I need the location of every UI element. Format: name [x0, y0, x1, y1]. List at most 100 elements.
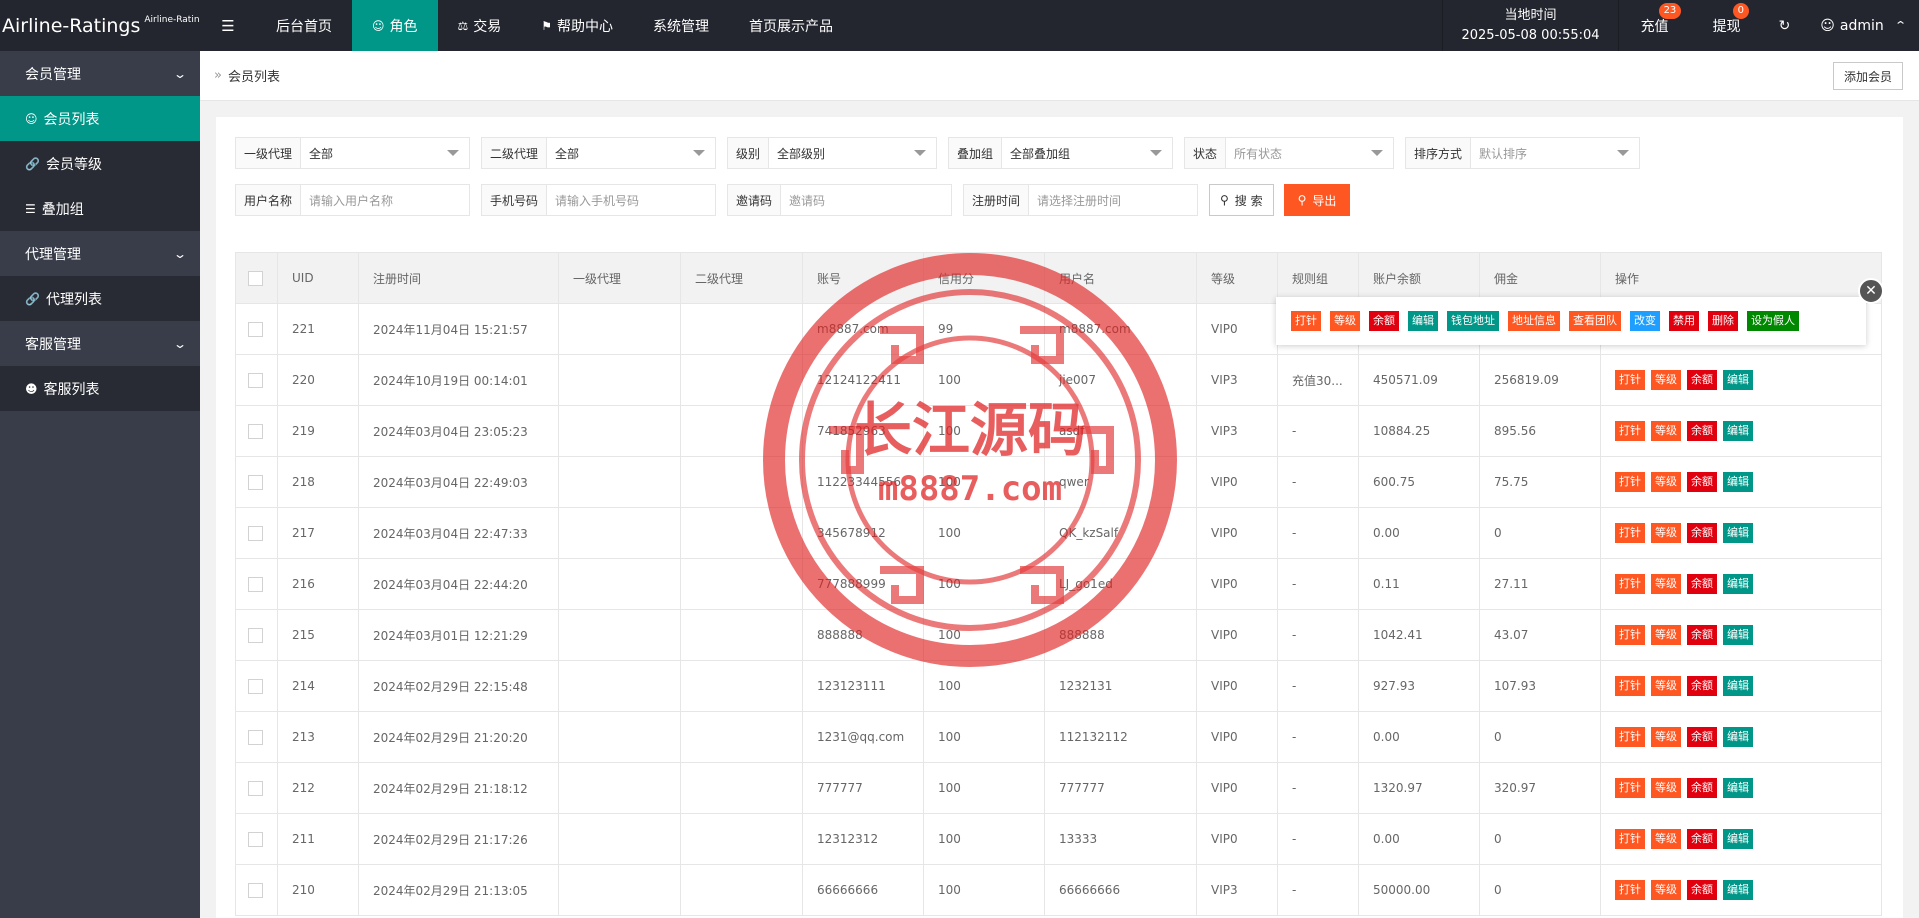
action-button[interactable]: 编辑	[1723, 574, 1753, 594]
popup-action-button[interactable]: 禁用	[1669, 311, 1699, 331]
nav-products[interactable]: 首页展示产品	[729, 0, 853, 51]
row-checkbox[interactable]	[248, 627, 263, 643]
popup-action-button[interactable]: 编辑	[1408, 311, 1438, 331]
row-checkbox[interactable]	[248, 474, 263, 490]
action-button[interactable]: 余额	[1687, 778, 1717, 798]
export-button[interactable]: ⚲ 导出	[1283, 184, 1351, 216]
sidebar-item-member-list[interactable]: ☺ 会员列表	[0, 96, 200, 141]
action-button[interactable]: 编辑	[1723, 523, 1753, 543]
sort-select[interactable]: 排序方式 默认排序	[1405, 137, 1640, 169]
col-balance[interactable]: 账户余额	[1358, 252, 1480, 304]
popup-action-button[interactable]: 钱包地址	[1447, 311, 1499, 331]
action-button[interactable]: 编辑	[1723, 472, 1753, 492]
action-button[interactable]: 编辑	[1723, 625, 1753, 645]
action-button[interactable]: 打针	[1615, 574, 1645, 594]
nav-role[interactable]: ☺ 角色	[352, 0, 438, 51]
col-commission[interactable]: 佣金	[1479, 252, 1601, 304]
action-button[interactable]: 余额	[1687, 574, 1717, 594]
sidebar-group-service[interactable]: 客服管理 ⌄	[0, 321, 200, 366]
row-checkbox[interactable]	[248, 780, 263, 796]
nav-system[interactable]: 系统管理	[633, 0, 729, 51]
col-username[interactable]: 用户名	[1044, 252, 1197, 304]
sidebar-item-service-list[interactable]: ☻ 客服列表	[0, 366, 200, 411]
action-button[interactable]: 余额	[1687, 472, 1717, 492]
action-button[interactable]: 余额	[1687, 370, 1717, 390]
row-checkbox[interactable]	[248, 372, 263, 388]
action-button[interactable]: 余额	[1687, 676, 1717, 696]
action-button[interactable]: 等级	[1651, 523, 1681, 543]
col-account[interactable]: 账号	[802, 252, 924, 304]
action-button[interactable]: 等级	[1651, 574, 1681, 594]
action-button[interactable]: 等级	[1651, 370, 1681, 390]
action-button[interactable]: 余额	[1687, 523, 1717, 543]
popup-action-button[interactable]: 删除	[1708, 311, 1738, 331]
row-checkbox[interactable]	[248, 882, 263, 898]
action-button[interactable]: 等级	[1651, 829, 1681, 849]
row-checkbox[interactable]	[248, 831, 263, 847]
close-icon[interactable]: ✕	[1858, 278, 1884, 304]
search-button[interactable]: ⚲ 搜 索	[1209, 184, 1274, 216]
action-button[interactable]: 等级	[1651, 880, 1681, 900]
action-button[interactable]: 打针	[1615, 370, 1645, 390]
action-button[interactable]: 编辑	[1723, 829, 1753, 849]
action-button[interactable]: 编辑	[1723, 727, 1753, 747]
action-button[interactable]: 余额	[1687, 421, 1717, 441]
popup-action-button[interactable]: 打针	[1291, 311, 1321, 331]
refresh-icon[interactable]: ↻	[1763, 0, 1807, 51]
action-button[interactable]: 编辑	[1723, 370, 1753, 390]
action-button[interactable]: 余额	[1687, 727, 1717, 747]
agent2-select[interactable]: 二级代理 全部	[481, 137, 716, 169]
popup-action-button[interactable]: 等级	[1330, 311, 1360, 331]
status-select[interactable]: 状态 所有状态	[1184, 137, 1394, 169]
level-select[interactable]: 级别 全部级别	[727, 137, 937, 169]
row-checkbox[interactable]	[248, 423, 263, 439]
action-button[interactable]: 等级	[1651, 625, 1681, 645]
menu-toggle-icon[interactable]: ☰	[200, 0, 256, 51]
nav-home[interactable]: 后台首页	[256, 0, 352, 51]
col-agent1[interactable]: 一级代理	[558, 252, 681, 304]
nav-help[interactable]: ⚑ 帮助中心	[521, 0, 633, 51]
row-checkbox[interactable]	[248, 525, 263, 541]
action-button[interactable]: 余额	[1687, 829, 1717, 849]
action-button[interactable]: 等级	[1651, 778, 1681, 798]
col-level[interactable]: 等级	[1196, 252, 1278, 304]
group-select[interactable]: 叠加组 全部叠加组	[948, 137, 1173, 169]
action-button[interactable]: 打针	[1615, 625, 1645, 645]
col-agent2[interactable]: 二级代理	[680, 252, 803, 304]
popup-action-button[interactable]: 改变	[1630, 311, 1660, 331]
phone-field[interactable]: 手机号码 请输入手机号码	[481, 184, 716, 216]
recharge-button[interactable]: 充值 23	[1619, 0, 1691, 51]
popup-action-button[interactable]: 余额	[1369, 311, 1399, 331]
action-button[interactable]: 编辑	[1723, 676, 1753, 696]
action-button[interactable]: 打针	[1615, 676, 1645, 696]
sidebar-group-members[interactable]: 会员管理 ⌄	[0, 51, 200, 96]
regtime-field[interactable]: 注册时间 请选择注册时间	[963, 184, 1198, 216]
action-button[interactable]: 打针	[1615, 829, 1645, 849]
action-button[interactable]: 打针	[1615, 472, 1645, 492]
action-button[interactable]: 打针	[1615, 727, 1645, 747]
popup-action-button[interactable]: 地址信息	[1508, 311, 1560, 331]
row-checkbox[interactable]	[248, 321, 263, 337]
action-button[interactable]: 等级	[1651, 676, 1681, 696]
action-button[interactable]: 打针	[1615, 880, 1645, 900]
app-logo[interactable]: Airline-Ratings Airline-Ratings	[0, 0, 200, 51]
admin-menu[interactable]: ☺ admin ⌃	[1806, 0, 1919, 51]
action-button[interactable]: 余额	[1687, 625, 1717, 645]
username-field[interactable]: 用户名称 请输入用户名称	[235, 184, 470, 216]
action-button[interactable]: 编辑	[1723, 421, 1753, 441]
sidebar-item-stack-group[interactable]: ☰ 叠加组	[0, 186, 200, 231]
popup-action-button[interactable]: 查看团队	[1569, 311, 1621, 331]
action-button[interactable]: 等级	[1651, 727, 1681, 747]
col-regtime[interactable]: 注册时间	[358, 252, 559, 304]
action-button[interactable]: 编辑	[1723, 880, 1753, 900]
action-button[interactable]: 余额	[1687, 880, 1717, 900]
sidebar-item-member-level[interactable]: 🔗 会员等级	[0, 141, 200, 186]
withdraw-button[interactable]: 提现 0	[1691, 0, 1763, 51]
action-button[interactable]: 打针	[1615, 778, 1645, 798]
add-member-button[interactable]: 添加会员	[1832, 62, 1903, 90]
invite-field[interactable]: 邀请码 邀请码	[727, 184, 952, 216]
row-checkbox[interactable]	[248, 678, 263, 694]
action-button[interactable]: 编辑	[1723, 778, 1753, 798]
col-uid[interactable]: UID	[277, 252, 359, 304]
sidebar-item-agent-list[interactable]: 🔗 代理列表	[0, 276, 200, 321]
